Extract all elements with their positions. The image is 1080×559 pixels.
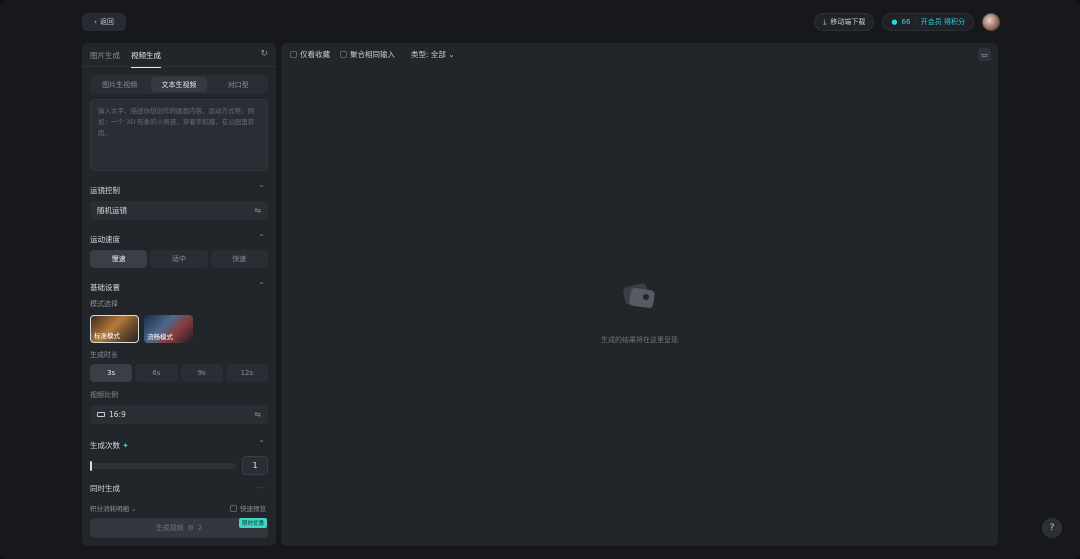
model-smooth-card[interactable]: 流畅模式	[144, 315, 193, 343]
credit-icon: ⚙	[187, 524, 194, 532]
credits-detail-label: 积分消耗明细	[90, 505, 129, 513]
motion-speed-options: 慢速 适中 快速	[90, 250, 268, 268]
promo-badge: 限时优惠	[239, 518, 268, 528]
results-panel: 仅看收藏 聚合相同输入 类型: 全部 ⌄ ▭ 生成的结果将在这里呈现	[281, 43, 998, 546]
mobile-download-label: 移动端下载	[830, 18, 866, 26]
basic-settings-title: 基础设置	[90, 283, 120, 292]
generation-tabs: 图片生成 视频生成 ↻	[82, 43, 276, 68]
generate-cost: 2	[197, 524, 203, 532]
duration-9s[interactable]: 9s	[180, 364, 223, 382]
generation-settings-panel: 图片生成 视频生成 ↻ 图片生视频 文本生视频 对口型 输入文字，描述你想创作的…	[82, 43, 276, 546]
ratio-label: 视频比例	[90, 391, 118, 399]
favorites-filter-label: 仅看收藏	[300, 50, 330, 59]
camera-control-title: 运镜控制	[90, 186, 120, 195]
aggregate-filter-checkbox[interactable]: 聚合相同输入	[340, 49, 395, 60]
fast-preview-label: 快速预览	[240, 505, 266, 513]
speed-fast[interactable]: 快速	[210, 250, 268, 268]
count-title: 生成次数	[90, 441, 120, 450]
avatar[interactable]	[982, 13, 1000, 31]
mode-text-to-video[interactable]: 文本生视频	[151, 77, 207, 92]
model-smooth-label: 流畅模式	[147, 333, 173, 341]
folder-icon[interactable]: ▭	[978, 48, 991, 61]
ratio-select[interactable]: 16:9 ⇋	[90, 405, 268, 424]
vip-credits-button[interactable]: ● 66 | 开会员 得积分	[882, 13, 974, 31]
video-mode-selector: 图片生视频 文本生视频 对口型	[90, 75, 268, 94]
speed-medium[interactable]: 适中	[150, 250, 208, 268]
back-label: 返回	[99, 18, 114, 26]
checkbox-icon	[340, 51, 347, 58]
speed-slow[interactable]: 慢速	[90, 250, 148, 268]
chevron-up-icon[interactable]: ⌃	[258, 439, 265, 448]
credits-count: 66	[901, 18, 911, 26]
checkbox-icon	[290, 51, 297, 58]
type-filter-label: 类型: 全部	[411, 50, 446, 59]
results-filter-bar: 仅看收藏 聚合相同输入 类型: 全部 ⌄	[290, 49, 455, 60]
duration-options: 3s 6s 9s 12s	[90, 364, 268, 382]
prompt-input[interactable]: 输入文字，描述你想创作的画面内容、运动方式等。例如：一个 3D 形象的小男孩，穿…	[90, 99, 268, 171]
chevron-up-icon[interactable]: ⌃	[258, 184, 265, 193]
favorites-filter-checkbox[interactable]: 仅看收藏	[290, 49, 330, 60]
help-button[interactable]: ?	[1042, 518, 1062, 538]
sliders-icon: ⇋	[254, 206, 261, 215]
camera-control-select[interactable]: 随机运镜 ⇋	[90, 201, 268, 220]
duration-6s[interactable]: 6s	[135, 364, 178, 382]
tab-video-generation[interactable]: 视频生成	[131, 50, 161, 68]
fast-preview-checkbox[interactable]: 快速预览	[230, 503, 266, 513]
count-slider-handle[interactable]	[90, 461, 92, 471]
vip-label: 开会员 得积分	[920, 18, 965, 26]
download-icon: ⤓	[823, 17, 827, 26]
refresh-icon[interactable]: ↻	[260, 49, 268, 59]
count-input[interactable]: 1	[242, 456, 268, 475]
model-standard-card[interactable]: 标准模式	[90, 315, 139, 343]
duration-12s[interactable]: 12s	[225, 364, 268, 382]
chevron-up-icon[interactable]: ⌃	[258, 233, 265, 242]
motion-speed-title: 运动速度	[90, 235, 120, 244]
mobile-download-button[interactable]: ⤓ 移动端下载	[814, 13, 875, 31]
divider: |	[914, 18, 917, 26]
mode-lip-sync[interactable]: 对口型	[211, 77, 266, 92]
chevron-up-icon[interactable]: ⌃	[258, 281, 265, 290]
type-filter-dropdown[interactable]: 类型: 全部 ⌄	[411, 49, 455, 60]
generate-label: 生成视频	[155, 524, 184, 532]
ratio-value-group: 16:9	[97, 410, 126, 419]
model-select-label: 模式选择	[90, 300, 118, 308]
credit-coin-icon: ●	[891, 18, 898, 26]
chevron-down-icon: ⌄	[131, 505, 137, 513]
simultaneous-title: 同时生成	[90, 484, 120, 493]
duration-3s[interactable]: 3s	[90, 364, 133, 382]
count-title-group: 生成次数 ✦	[90, 440, 129, 451]
model-standard-label: 标准模式	[94, 332, 120, 340]
topbar-actions: ⤓ 移动端下载 ● 66 | 开会员 得积分	[814, 13, 1000, 31]
ratio-value: 16:9	[109, 410, 126, 419]
help-icon: ?	[1049, 523, 1055, 533]
empty-state-icon	[623, 283, 655, 309]
chevron-down-icon: ⌄	[448, 50, 455, 59]
sliders-icon: ⇋	[254, 410, 261, 419]
sparkle-icon: ✦	[122, 441, 129, 450]
empty-state-text: 生成的结果将在这里呈现	[601, 336, 678, 344]
chevron-left-icon: ‹	[94, 18, 97, 26]
camera-control-value: 随机运镜	[97, 206, 127, 215]
count-slider-track[interactable]	[90, 463, 236, 469]
collapse-indicator: —	[257, 483, 265, 492]
duration-label: 生成时长	[90, 351, 118, 359]
mode-image-to-video[interactable]: 图片生视频	[92, 77, 147, 92]
back-button[interactable]: ‹ 返回	[82, 13, 126, 31]
aggregate-filter-label: 聚合相同输入	[350, 50, 395, 59]
ratio-rect-icon	[97, 412, 105, 417]
credits-detail-link[interactable]: 积分消耗明细 ⌄	[90, 503, 137, 513]
tab-image-generation[interactable]: 图片生成	[90, 50, 120, 61]
checkbox-icon	[230, 504, 237, 512]
